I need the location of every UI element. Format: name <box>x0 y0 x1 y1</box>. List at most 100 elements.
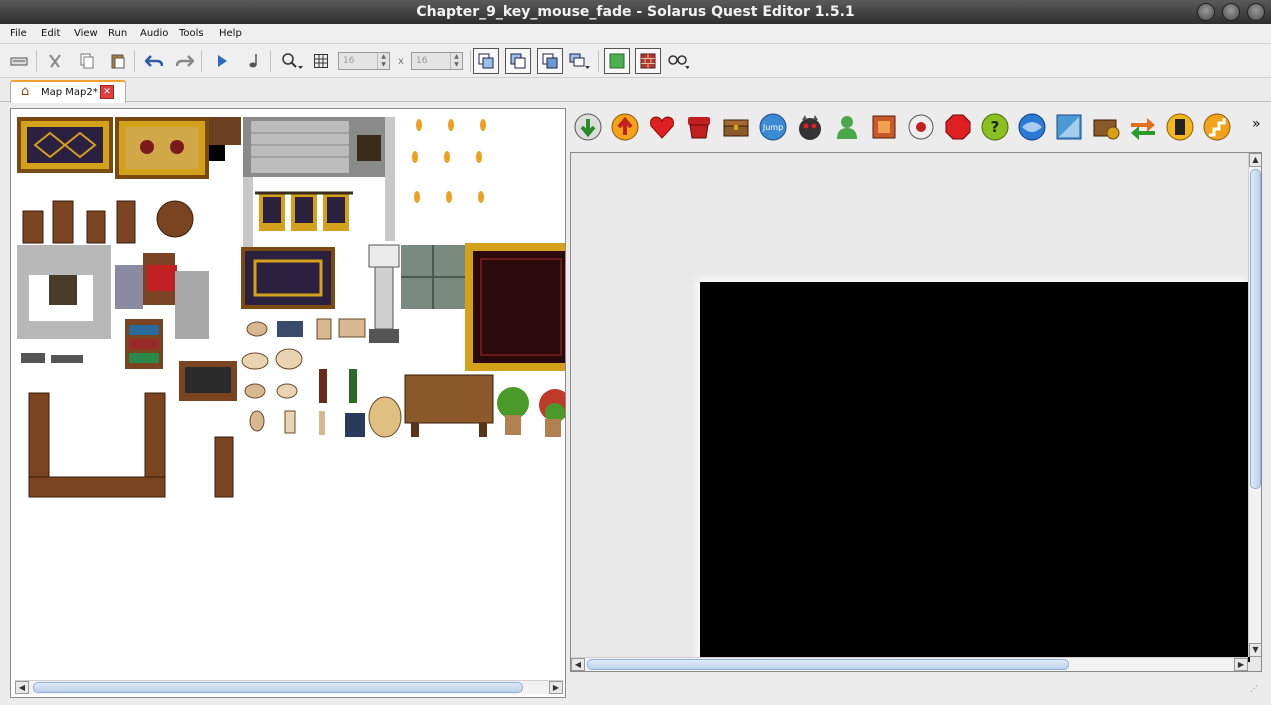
destination-icon[interactable] <box>573 112 603 142</box>
run-icon[interactable] <box>211 50 233 72</box>
armor-tile[interactable] <box>115 265 143 309</box>
grid-icon[interactable] <box>310 50 332 72</box>
tileset-view[interactable] <box>15 115 565 681</box>
chair-tiles[interactable] <box>22 200 194 244</box>
scroll-thumb[interactable] <box>33 682 523 693</box>
toolbar: 16 ▲ ▼ x 16 ▲ ▼ <box>0 44 1271 78</box>
pillar-tile[interactable] <box>368 244 400 343</box>
paste-icon[interactable] <box>107 50 129 72</box>
menu-edit[interactable]: Edit <box>41 28 60 39</box>
more-entities-button[interactable]: » <box>1252 116 1261 132</box>
jumper-label: Jump <box>762 123 783 132</box>
menu-tools[interactable]: Tools <box>179 28 204 39</box>
maximize-button[interactable] <box>1222 3 1240 21</box>
scroll-left-icon[interactable]: ◀ <box>15 681 29 694</box>
copy-icon[interactable] <box>76 50 98 72</box>
scroll-thumb[interactable] <box>587 659 1069 670</box>
counter-tile[interactable] <box>28 392 234 498</box>
menu-run[interactable]: Run <box>108 28 127 39</box>
redo-icon[interactable] <box>174 50 196 72</box>
rug-tile[interactable] <box>241 247 335 309</box>
enemy-icon[interactable] <box>795 112 825 142</box>
plant-tiles[interactable] <box>497 387 565 437</box>
resize-grip-icon[interactable]: ⋰ <box>1250 684 1258 693</box>
stairs-icon[interactable] <box>1202 112 1232 142</box>
rug-tile[interactable] <box>115 117 209 179</box>
block-icon[interactable] <box>869 112 899 142</box>
spinner-arrows-icon[interactable]: ▲ ▼ <box>450 53 462 69</box>
map-vertical-scrollbar[interactable]: ▲ ▼ <box>1248 153 1261 657</box>
tileset-image[interactable] <box>15 115 565 681</box>
grid-width-spinbox[interactable]: 16 ▲ ▼ <box>338 52 390 70</box>
stream-icon[interactable] <box>1128 112 1158 142</box>
tileset-horizontal-scrollbar[interactable]: ◀ ▶ <box>15 680 563 694</box>
grid-size-separator: x <box>398 56 404 67</box>
music-icon[interactable] <box>243 50 265 72</box>
tab-label: Map Map2* <box>41 87 98 98</box>
tileset-panel[interactable]: ◀ ▶ <box>10 108 566 698</box>
tab-map-map2[interactable]: ⌂ Map Map2* ✕ <box>10 80 126 103</box>
layers-menu-icon[interactable] <box>569 50 591 72</box>
pickable-icon[interactable] <box>647 112 677 142</box>
menu-help[interactable]: Help <box>219 28 242 39</box>
show-tiles-icon[interactable] <box>604 48 630 74</box>
menu-file[interactable]: File <box>10 28 27 39</box>
banner-tile[interactable] <box>255 191 353 231</box>
menu-audio[interactable]: Audio <box>140 28 168 39</box>
wall-icon[interactable] <box>943 112 973 142</box>
scroll-up-icon[interactable]: ▲ <box>1249 153 1261 167</box>
scroll-down-icon[interactable]: ▼ <box>1249 643 1261 657</box>
grid-width-value: 16 <box>343 56 355 66</box>
menu-view[interactable]: View <box>74 28 98 39</box>
editor-window: Chapter_9_key_mouse_fade - Solarus Quest… <box>0 0 1271 705</box>
switch-icon[interactable] <box>906 112 936 142</box>
floor-tile[interactable] <box>401 245 465 309</box>
scroll-right-icon[interactable]: ▶ <box>1234 658 1248 671</box>
minimize-button[interactable] <box>1197 3 1215 21</box>
house-icon: ⌂ <box>21 84 30 99</box>
carpet-tile[interactable] <box>465 243 565 371</box>
entity-toolbar: Jump ? » <box>571 108 1271 148</box>
npc-icon[interactable] <box>832 112 862 142</box>
shop-treasure-icon[interactable] <box>1091 112 1121 142</box>
show-walls-icon[interactable] <box>635 48 661 74</box>
table-tile[interactable] <box>404 374 494 437</box>
undo-icon[interactable] <box>143 50 165 72</box>
scroll-right-icon[interactable]: ▶ <box>549 681 563 694</box>
scroll-thumb[interactable] <box>1250 169 1261 489</box>
jumper-icon[interactable]: Jump <box>758 112 788 142</box>
show-entities-icon[interactable] <box>667 50 689 72</box>
spinner-arrows-icon[interactable]: ▲ ▼ <box>377 53 389 69</box>
destructible-icon[interactable] <box>684 112 714 142</box>
grid-height-value: 16 <box>416 56 428 66</box>
menu-bar: File Edit View Run Audio Tools Help <box>0 24 1271 44</box>
close-window-button[interactable] <box>1247 3 1265 21</box>
rug-tile[interactable] <box>17 117 113 173</box>
bookshelf-tile[interactable] <box>125 319 163 369</box>
svg-text:?: ? <box>991 118 1000 136</box>
layer-low-icon[interactable] <box>473 48 499 74</box>
teletransporter-icon[interactable] <box>610 112 640 142</box>
zoom-icon[interactable] <box>281 50 303 72</box>
sensor-icon[interactable]: ? <box>980 112 1010 142</box>
cut-icon[interactable] <box>44 50 66 72</box>
chest-icon[interactable] <box>721 112 751 142</box>
close-project-icon[interactable] <box>8 50 30 72</box>
fireplace-tile[interactable] <box>17 245 111 339</box>
grid-height-spinbox[interactable]: 16 ▲ ▼ <box>411 52 463 70</box>
layer-intermediate-icon[interactable] <box>505 48 531 74</box>
map-view[interactable]: ▲ ▼ ◀ ▶ <box>570 152 1262 672</box>
map-canvas[interactable] <box>700 282 1250 662</box>
crystal-block-icon[interactable] <box>1054 112 1084 142</box>
crystal-icon[interactable] <box>1017 112 1047 142</box>
torch-tiles[interactable] <box>412 119 486 203</box>
title-bar: Chapter_9_key_mouse_fade - Solarus Quest… <box>0 0 1271 24</box>
tool-tiles[interactable] <box>21 353 83 363</box>
door-icon[interactable] <box>1165 112 1195 142</box>
scroll-left-icon[interactable]: ◀ <box>571 658 585 671</box>
map-horizontal-scrollbar[interactable]: ◀ ▶ <box>571 657 1248 671</box>
layer-high-icon[interactable] <box>537 48 563 74</box>
close-tab-icon[interactable]: ✕ <box>100 85 114 99</box>
editor-tabs: ⌂ Map Map2* ✕ <box>0 78 1271 103</box>
blackboard-tile[interactable] <box>179 361 237 401</box>
